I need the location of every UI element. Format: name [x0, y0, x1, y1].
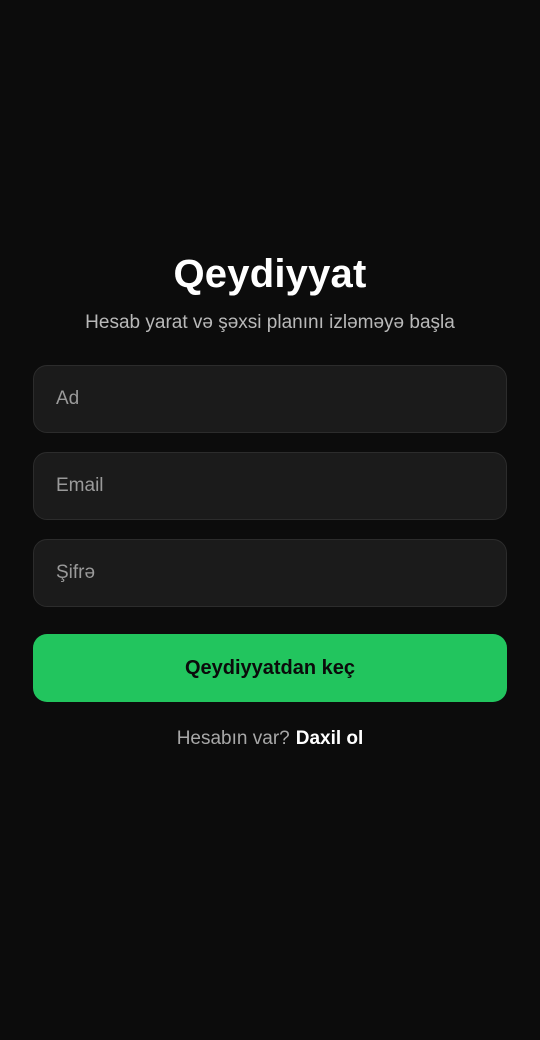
page-title: Qeydiyyat: [173, 252, 367, 296]
login-link[interactable]: Daxil ol: [296, 728, 364, 749]
login-prompt: Hesabın var? Daxil ol: [0, 727, 540, 751]
register-screen: Qeydiyyat Hesab yarat və şəxsi planını i…: [0, 0, 540, 1040]
email-input[interactable]: [33, 452, 507, 520]
register-button[interactable]: Qeydiyyatdan keç: [33, 634, 507, 702]
password-input[interactable]: [33, 539, 507, 607]
name-input[interactable]: [33, 365, 507, 433]
login-prompt-text: Hesabın var?: [176, 728, 290, 749]
page-subtitle: Hesab yarat və şəxsi planını izləməyə ba…: [85, 312, 455, 333]
